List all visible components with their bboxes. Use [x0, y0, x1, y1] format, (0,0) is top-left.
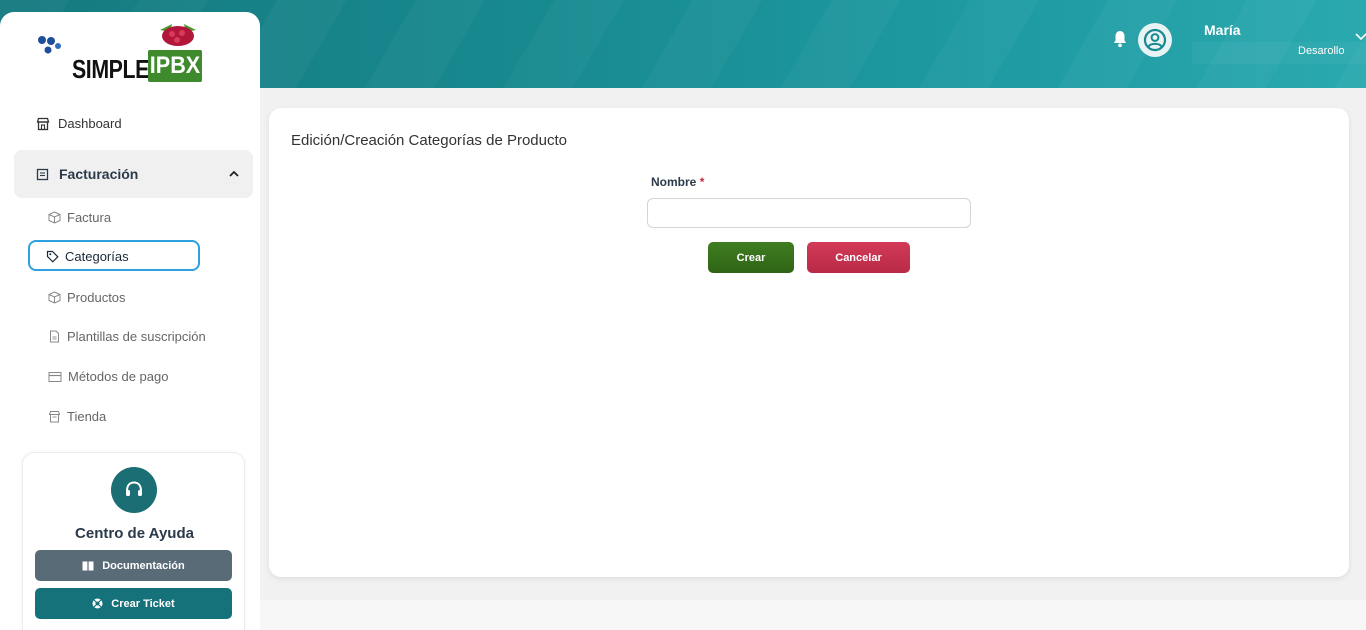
sidebar-item-categorias[interactable]: Categorías	[28, 240, 200, 271]
store-icon	[36, 117, 50, 130]
sidebar-item-productos[interactable]: Productos	[48, 290, 126, 305]
nombre-label-text: Nombre	[651, 175, 697, 189]
sidebar-item-content: Categorías	[46, 249, 129, 264]
box-icon	[48, 211, 61, 224]
documentation-label: Documentación	[102, 559, 185, 572]
sidebar-item-label: Factura	[67, 210, 112, 225]
help-center-card: Centro de Ayuda Documentación Crear Tick…	[22, 452, 245, 630]
sidebar-item-factura[interactable]: Factura	[48, 210, 111, 225]
document-icon	[50, 330, 59, 343]
credit-card-icon	[48, 371, 62, 382]
sidebar-item-dashboard[interactable]: Dashboard	[36, 116, 122, 131]
sidebar-item-label: Dashboard	[58, 116, 122, 131]
user-menu[interactable]: María Desarollo	[1072, 18, 1366, 68]
avatar[interactable]	[1138, 23, 1172, 57]
brand-logo[interactable]: SIMPLE IPBX	[36, 24, 216, 84]
sidebar: SIMPLE IPBX Dashboard Facturación Factur…	[0, 12, 260, 630]
bell-icon[interactable]	[1112, 30, 1128, 48]
create-ticket-button[interactable]: Crear Ticket	[35, 588, 232, 619]
sidebar-item-label: Categorías	[65, 249, 129, 264]
user-role: Desarollo	[1298, 45, 1345, 57]
sidebar-item-tienda[interactable]: Tienda	[48, 409, 106, 424]
lifebuoy-icon	[92, 598, 103, 609]
user-name: María	[1204, 22, 1241, 38]
box-icon	[48, 291, 61, 304]
book-icon	[82, 561, 94, 570]
tag-icon	[46, 250, 59, 263]
create-ticket-label: Crear Ticket	[111, 597, 175, 610]
create-button[interactable]: Crear	[708, 242, 794, 273]
sidebar-item-label: Tienda	[67, 409, 107, 424]
documentation-button[interactable]: Documentación	[35, 550, 232, 581]
user-circle-icon	[1143, 28, 1167, 52]
footer-strip	[260, 600, 1366, 630]
headset-icon	[111, 467, 157, 513]
cancel-button[interactable]: Cancelar	[807, 242, 910, 273]
sidebar-item-metodos-pago[interactable]: Métodos de pago	[48, 369, 168, 384]
nombre-input[interactable]	[647, 198, 971, 228]
sidebar-item-plantillas[interactable]: Plantillas de suscripción	[48, 329, 206, 344]
brand-badge: IPBX	[148, 50, 202, 82]
brand-word: SIMPLE	[72, 54, 149, 84]
required-asterisk: *	[699, 175, 705, 189]
sidebar-item-label: Plantillas de suscripción	[67, 329, 206, 344]
sidebar-group-text: Facturación	[59, 166, 139, 182]
sidebar-group-label: Facturación	[36, 166, 138, 182]
chevron-down-icon[interactable]	[1354, 32, 1366, 42]
receipt-icon	[36, 168, 49, 180]
sidebar-item-label: Productos	[67, 290, 126, 305]
sidebar-item-label: Métodos de pago	[68, 369, 169, 384]
help-title: Centro de Ayuda	[75, 525, 194, 542]
category-form-card: Edición/Creación Categorías de Producto …	[269, 108, 1349, 577]
store-icon	[48, 411, 61, 423]
logo-mark-icon	[38, 36, 61, 54]
raspberry-icon	[160, 24, 196, 46]
chevron-up-icon[interactable]	[229, 170, 239, 178]
sidebar-group-facturacion[interactable]: Facturación	[14, 150, 253, 198]
nombre-label: Nombre *	[651, 175, 704, 189]
page-title: Edición/Creación Categorías de Producto	[291, 132, 567, 149]
